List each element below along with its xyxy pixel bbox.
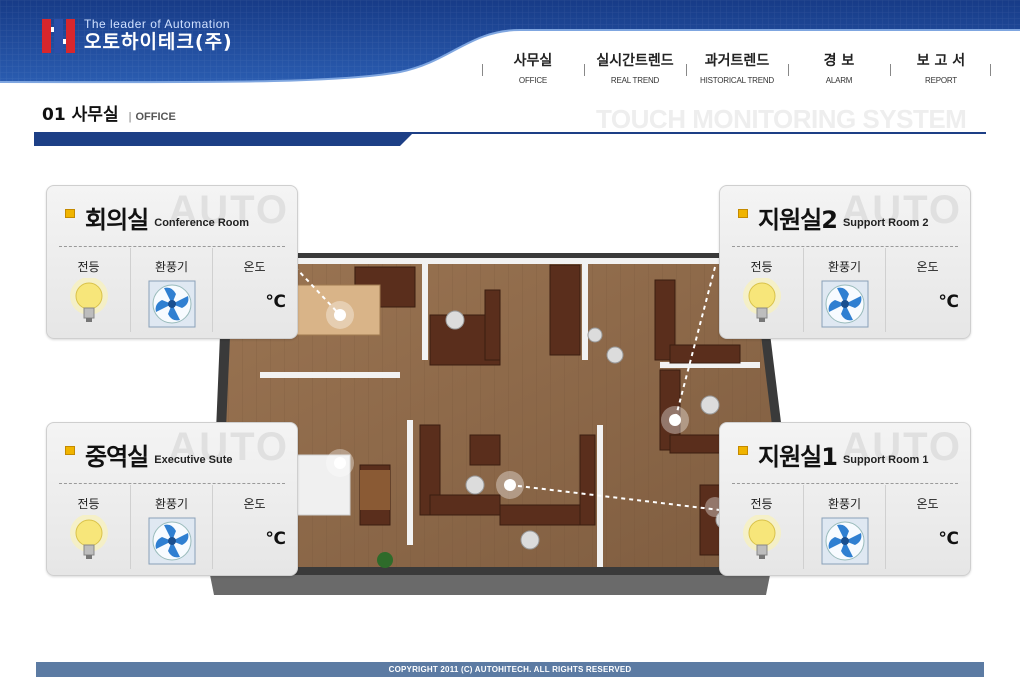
ventilation-fan-icon <box>821 517 869 565</box>
card-divider <box>732 246 958 247</box>
temperature-readout: 온도 ℃ <box>886 485 969 569</box>
temperature-unit: ℃ <box>938 292 959 312</box>
room-card-conference[interactable]: AUTO 회의실 Conference Room 전등 환풍기 온도 ℃ <box>46 185 298 339</box>
title-underline <box>34 132 986 134</box>
room-name-ko: 중역실 <box>85 443 149 471</box>
light-label: 전등 <box>750 260 773 274</box>
light-label: 전등 <box>750 497 773 511</box>
nav-item-label: 보 고 서 <box>916 53 966 69</box>
room-name-ko: 회의실 <box>85 206 149 234</box>
copyright-footer: COPYRIGHT 2011 (C) AUTOHITECH. ALL RIGHT… <box>36 662 984 677</box>
status-indicator-icon <box>65 209 75 218</box>
light-label: 전등 <box>77 260 100 274</box>
light-bulb-icon <box>743 278 781 322</box>
fan-label: 환풍기 <box>154 497 189 511</box>
ventilation-fan-icon <box>821 280 869 328</box>
page-title: 01 사무실 | OFFICE <box>42 100 176 125</box>
nav-item-real-trend[interactable]: 실시간트렌드 REAL TREND <box>584 52 686 92</box>
light-bulb-icon <box>70 278 108 322</box>
status-indicator-icon <box>65 446 75 455</box>
room-card-support-2[interactable]: AUTO 지원실2 Support Room 2 전등 환풍기 온도 ℃ <box>719 185 971 339</box>
header: The leader of Automation 오토하이테크(주) 사무실 O… <box>0 0 1020 85</box>
page-title-ko: 사무실 <box>71 105 119 125</box>
system-title-watermark: TOUCH MONITORING SYSTEM <box>596 104 967 134</box>
light-bulb-icon <box>70 515 108 559</box>
fan-label: 환풍기 <box>154 260 189 274</box>
nav-item-office[interactable]: 사무실 OFFICE <box>482 52 584 92</box>
nav-item-sublabel: ALARM <box>825 76 853 85</box>
light-control[interactable]: 전등 <box>720 248 803 332</box>
room-name-en: Support Room 2 <box>842 216 929 229</box>
room-card-support-1[interactable]: AUTO 지원실1 Support Room 1 전등 환풍기 온도 ℃ <box>719 422 971 576</box>
card-divider <box>732 483 958 484</box>
nav-item-label: 경 보 <box>823 53 855 69</box>
nav-item-report[interactable]: 보 고 서 REPORT <box>890 52 992 92</box>
page-title-en: OFFICE <box>135 111 176 123</box>
status-indicator-icon <box>738 209 748 218</box>
room-name-ko: 지원실1 <box>758 443 838 471</box>
ventilation-fan-icon <box>148 280 196 328</box>
temperature-unit: ℃ <box>265 292 286 312</box>
ventilation-fan-icon <box>148 517 196 565</box>
title-separator: | <box>128 111 132 123</box>
card-divider <box>59 483 285 484</box>
logo-mark-icon <box>42 18 76 53</box>
room-name-en: Conference Room <box>154 216 249 229</box>
fan-label: 환풍기 <box>827 260 862 274</box>
temperature-readout: 온도 ℃ <box>213 485 296 569</box>
fan-control[interactable]: 환풍기 <box>803 485 886 569</box>
page-number: 01 <box>42 105 66 125</box>
status-indicator-icon <box>738 446 748 455</box>
nav-item-sublabel: REAL TREND <box>610 76 660 85</box>
room-name-en: Support Room 1 <box>842 453 929 466</box>
room-card-executive[interactable]: AUTO 중역실 Executive Sute 전등 환풍기 온도 ℃ <box>46 422 298 576</box>
light-bulb-icon <box>743 515 781 559</box>
nav-item-sublabel: OFFICE <box>518 76 548 85</box>
nav-item-sublabel: HISTORICAL TREND <box>700 76 774 85</box>
room-name-ko: 지원실2 <box>758 206 838 234</box>
fan-control[interactable]: 환풍기 <box>130 248 213 332</box>
temperature-unit: ℃ <box>265 529 286 549</box>
temperature-readout: 온도 ℃ <box>213 248 296 332</box>
light-label: 전등 <box>77 497 100 511</box>
room-name-en: Executive Sute <box>154 453 233 466</box>
nav-item-alarm[interactable]: 경 보 ALARM <box>788 52 890 92</box>
fan-control[interactable]: 환풍기 <box>130 485 213 569</box>
temperature-label: 온도 <box>916 497 939 511</box>
brand-logo[interactable]: The leader of Automation 오토하이테크(주) <box>42 18 233 53</box>
light-control[interactable]: 전등 <box>47 248 130 332</box>
fan-label: 환풍기 <box>827 497 862 511</box>
app-window: The leader of Automation 오토하이테크(주) 사무실 O… <box>0 0 1020 684</box>
temperature-label: 온도 <box>243 260 266 274</box>
nav-item-label: 과거트렌드 <box>704 53 770 69</box>
temperature-readout: 온도 ℃ <box>886 248 969 332</box>
brand-tagline: The leader of Automation <box>84 17 231 31</box>
temperature-unit: ℃ <box>938 529 959 549</box>
card-divider <box>59 246 285 247</box>
main-nav: 사무실 OFFICE 실시간트렌드 REAL TREND 과거트렌드 HISTO… <box>482 52 992 92</box>
nav-item-sublabel: REPORT <box>925 76 957 85</box>
title-underline-wedge <box>34 132 414 146</box>
light-control[interactable]: 전등 <box>47 485 130 569</box>
nav-item-label: 사무실 <box>513 53 553 69</box>
temperature-label: 온도 <box>243 497 266 511</box>
nav-item-label: 실시간트렌드 <box>596 53 674 69</box>
temperature-label: 온도 <box>916 260 939 274</box>
fan-control[interactable]: 환풍기 <box>803 248 886 332</box>
brand-name: 오토하이테크(주) <box>84 31 233 53</box>
light-control[interactable]: 전등 <box>720 485 803 569</box>
nav-item-historical-trend[interactable]: 과거트렌드 HISTORICAL TREND <box>686 52 788 92</box>
